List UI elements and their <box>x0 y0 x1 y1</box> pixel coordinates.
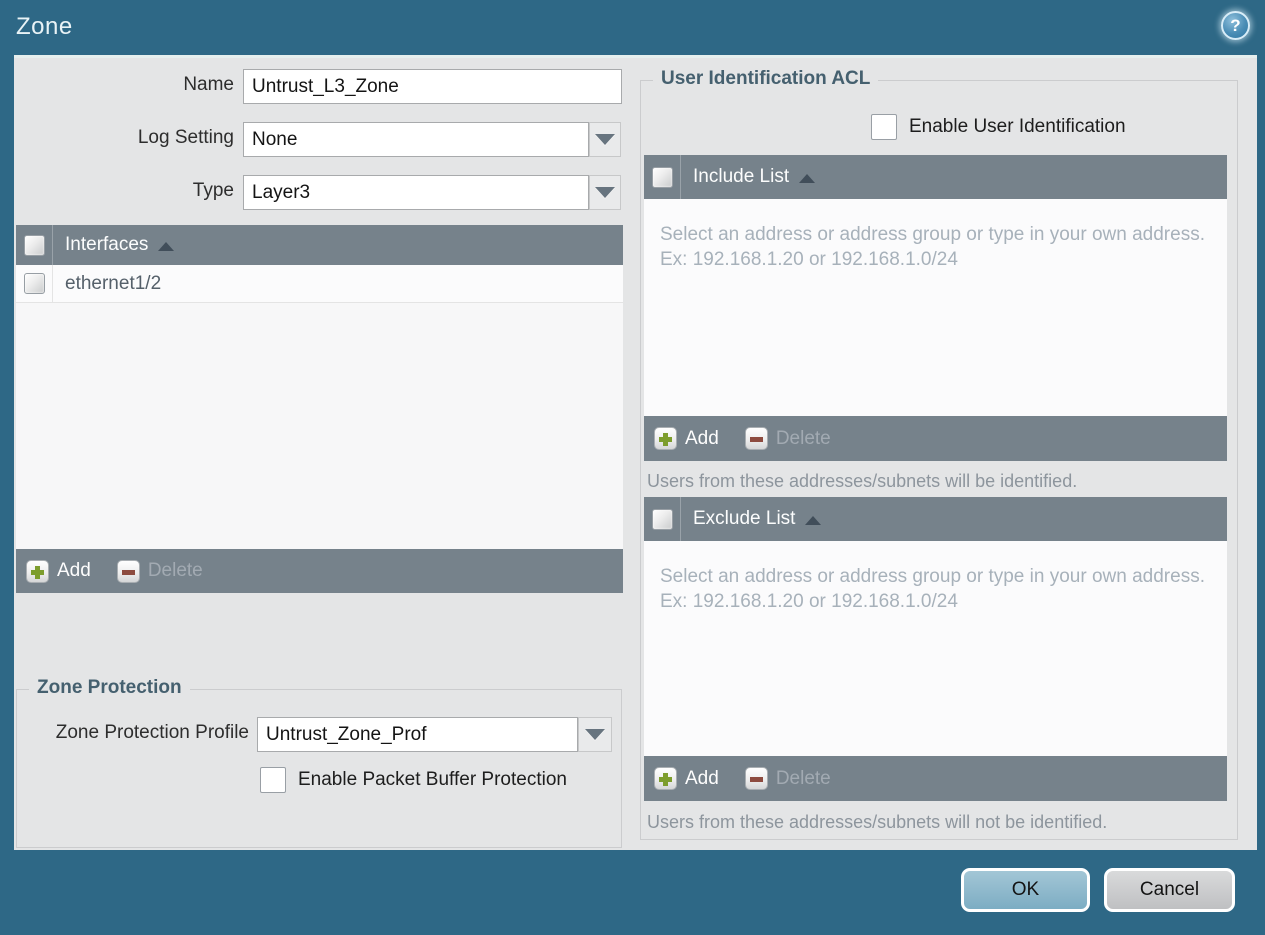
ok-button[interactable]: OK <box>961 868 1090 912</box>
interfaces-delete-button[interactable]: Delete <box>116 559 203 583</box>
zone-protection-profile-input[interactable] <box>257 717 578 752</box>
interfaces-table: Interfaces ethernet1/2 Add Delete <box>16 225 623 593</box>
user-identification-legend: User Identification ACL <box>653 68 879 90</box>
exclude-list-delete-button[interactable]: Delete <box>744 767 831 790</box>
exclude-list-body[interactable]: Select an address or address group or ty… <box>644 541 1227 756</box>
include-list-header-label: Include List <box>693 166 790 187</box>
plus-icon <box>654 427 677 450</box>
plus-icon <box>654 767 677 790</box>
interfaces-header-row: Interfaces <box>16 225 623 265</box>
sort-ascending-icon[interactable] <box>158 242 175 251</box>
exclude-list-caption: Users from these addresses/subnets will … <box>647 812 1108 832</box>
packet-buffer-protection-checkbox[interactable] <box>260 767 286 793</box>
cancel-button[interactable]: Cancel <box>1104 868 1235 912</box>
interface-row-checkbox[interactable] <box>23 273 45 294</box>
interface-name: ethernet1/2 <box>65 272 162 294</box>
interfaces-toolbar: Add Delete <box>16 549 623 593</box>
page-title: Zone <box>16 13 73 40</box>
zone-protection-legend: Zone Protection <box>29 677 190 699</box>
interfaces-add-button[interactable]: Add <box>26 559 91 583</box>
interface-row[interactable]: ethernet1/2 <box>16 265 623 303</box>
exclude-list-select-all-checkbox[interactable] <box>651 508 673 530</box>
log-setting-input[interactable] <box>243 122 589 157</box>
name-input[interactable] <box>243 69 622 104</box>
exclude-list-placeholder: Select an address or address group or ty… <box>660 566 1205 612</box>
exclude-list-table: Exclude List Select an address or addres… <box>644 497 1227 801</box>
minus-icon <box>744 767 768 790</box>
chevron-down-icon <box>595 134 615 145</box>
interfaces-header-label: Interfaces <box>65 234 149 255</box>
include-list-delete-button[interactable]: Delete <box>744 427 831 450</box>
minus-icon <box>116 559 140 583</box>
zone-protection-section: Zone Protection Zone Protection Profile … <box>16 677 622 848</box>
include-list-caption: Users from these addresses/subnets will … <box>647 471 1078 491</box>
zone-protection-profile-dropdown-button[interactable] <box>578 717 612 752</box>
zone-protection-profile-label: Zone Protection Profile <box>55 722 249 743</box>
enable-user-identification-checkbox[interactable] <box>871 114 897 140</box>
sort-ascending-icon[interactable] <box>805 516 822 525</box>
type-dropdown-button[interactable] <box>589 175 621 210</box>
zone-dialog: Name Log Setting Type Interfaces etherne… <box>14 55 1257 850</box>
name-label: Name <box>183 74 234 95</box>
exclude-list-toolbar: Add Delete <box>644 756 1227 801</box>
include-list-toolbar: Add Delete <box>644 416 1227 461</box>
log-setting-dropdown-button[interactable] <box>589 122 621 157</box>
user-identification-section: User Identification ACL Enable User Iden… <box>640 68 1238 840</box>
log-setting-label: Log Setting <box>137 127 234 148</box>
include-list-select-all-checkbox[interactable] <box>651 166 673 188</box>
exclude-list-header-row: Exclude List <box>644 497 1227 541</box>
include-list-header-row: Include List <box>644 155 1227 199</box>
chevron-down-icon <box>585 729 605 740</box>
minus-icon <box>744 427 768 450</box>
sort-ascending-icon[interactable] <box>799 174 816 183</box>
include-list-add-button[interactable]: Add <box>654 427 719 450</box>
help-icon[interactable]: ? <box>1221 11 1250 40</box>
include-list-table: Include List Select an address or addres… <box>644 155 1227 461</box>
exclude-list-header-label: Exclude List <box>693 508 796 529</box>
type-label: Type <box>192 180 234 201</box>
exclude-list-add-button[interactable]: Add <box>654 767 719 790</box>
include-list-body[interactable]: Select an address or address group or ty… <box>644 199 1227 416</box>
chevron-down-icon <box>595 187 615 198</box>
plus-icon <box>26 559 49 583</box>
enable-user-identification-label: Enable User Identification <box>909 116 1126 137</box>
packet-buffer-protection-label: Enable Packet Buffer Protection <box>298 769 567 790</box>
include-list-placeholder: Select an address or address group or ty… <box>660 224 1205 270</box>
type-input[interactable] <box>243 175 589 210</box>
titlebar: Zone ? <box>0 0 1265 55</box>
interfaces-select-all-checkbox[interactable] <box>23 234 45 256</box>
